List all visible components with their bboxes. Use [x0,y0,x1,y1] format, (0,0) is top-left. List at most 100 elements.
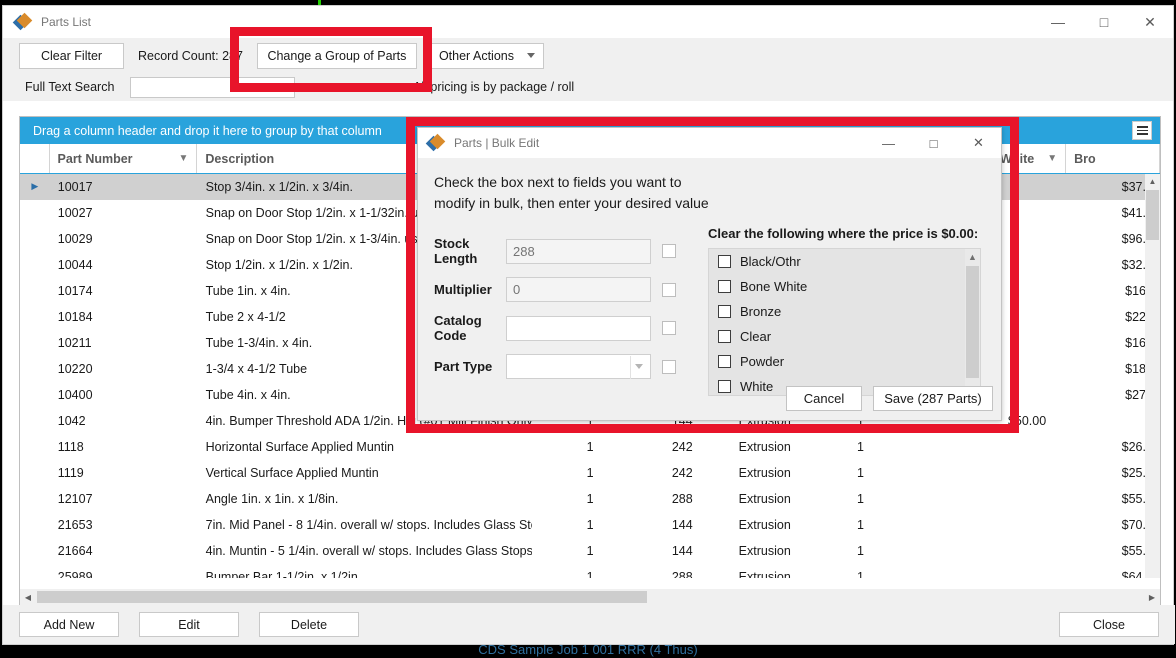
bronze-checkbox[interactable] [718,305,731,318]
horizontal-scroll-thumb[interactable] [37,591,647,603]
table-row[interactable]: 1118 Horizontal Surface Applied Muntin 1 24… [20,434,1160,460]
bulk-edit-field-row: Multiplier [434,277,708,302]
add-new-button[interactable]: Add New [19,612,119,637]
scroll-up-icon[interactable]: ▲ [1145,174,1160,189]
powder-checkbox[interactable] [718,355,731,368]
dialog-minimize-icon[interactable]: — [866,128,911,158]
clear-list-item[interactable]: Bone White [709,274,980,299]
scroll-right-icon[interactable]: ▶ [1144,593,1160,602]
clear-list-item-label: White [740,379,774,394]
change-a-group-of-parts-button[interactable]: Change a Group of Parts [256,42,417,69]
clear-list-item[interactable]: Clear [709,324,980,349]
scroll-left-icon[interactable]: ◀ [20,593,36,602]
cell-multiplier: 1 [857,517,864,532]
table-row[interactable]: 25989 Bumper Bar 1-1/2in. x 1/2in. 1 288 Ext… [20,564,1160,579]
black-othr-checkbox[interactable] [718,255,731,268]
vertical-scroll-thumb[interactable] [1146,190,1159,240]
clear-list-scrollbar[interactable]: ▲ ▼ [965,249,980,397]
grid-menu-icon[interactable] [1132,121,1152,140]
chevron-down-icon[interactable] [635,364,643,369]
filter-icon[interactable]: ▼ [1047,153,1057,164]
catalog-code-input[interactable] [506,315,651,341]
cell-quantity: 1 [586,439,594,454]
cell-quantity: 1 [586,517,594,532]
catalog-code-checkbox[interactable] [662,321,676,335]
combo-separator [630,356,631,379]
edit-button[interactable]: Edit [139,612,239,637]
cell-length: 288 [671,491,693,506]
table-row[interactable]: 21653 7in. Mid Panel - 8 1/4in. overall w… [20,512,1160,538]
grid-vertical-scrollbar[interactable]: ▲ [1145,174,1160,578]
background-status-bar: CDS Sample Job 1 001 RRR (4 Thus) [0,645,1176,658]
bone-white-checkbox[interactable] [718,280,731,293]
save-button[interactable]: Save (287 Parts) [873,386,993,411]
cell-length: 288 [671,569,693,579]
clear-list-box: Black/Othr Bone White Bronze Clear Powder Whi… [708,248,981,397]
cell-description: Bumper Bar 1-1/2in. x 1/2in. [205,569,362,579]
maximize-icon[interactable]: □ [1081,6,1127,38]
cell-description: 7in. Mid Panel - 8 1/4in. overall w/ sto… [205,517,533,532]
cell-part-number: 12107 [57,491,93,506]
cell-part-number: 10211 [57,335,92,350]
minimize-icon[interactable]: — [1035,6,1081,38]
cell-part-number: 10027 [57,205,93,220]
search-input[interactable] [130,76,296,98]
status-bar-text: CDS Sample Job 1 001 RRR (4 Thus) [478,645,698,657]
clear-filter-button[interactable]: Clear Filter [19,42,124,69]
window-controls: — □ ✕ [1035,6,1173,38]
dialog-instruction: Check the box next to fields you want to… [434,172,1001,214]
cell-description: 4in. Muntin - 5 1/4in. overall w/ stops.… [205,543,533,558]
other-actions-dropdown-button[interactable]: Other Actions [425,42,544,69]
cell-part-type: Extrusion [738,491,791,506]
cell-part-number: 25989 [57,569,93,579]
filter-icon[interactable]: ▼ [179,153,189,164]
cell-quantity: 1 [586,543,594,558]
field-label: Stock Length [434,236,478,266]
cell-part-number: 10220 [57,361,93,376]
cell-part-number: 10174 [57,283,93,298]
multiplier-input[interactable] [506,277,651,302]
list-scroll-thumb[interactable] [966,266,979,378]
delete-button[interactable]: Delete [259,612,359,637]
part-type-checkbox[interactable] [662,359,676,374]
table-row[interactable]: 1119 Vertical Surface Applied Muntin 1 242 E… [20,460,1160,486]
grid-horizontal-scrollbar[interactable]: ◀ ▶ [20,589,1160,605]
bulk-edit-field-row: Part Type [434,354,708,379]
clear-list-item[interactable]: Black/Othr [709,249,980,274]
clear-list-item-label: Clear [740,329,772,344]
clear-list-item[interactable]: Powder [709,349,980,374]
column-header-part-number[interactable]: Part Number ▼ [49,144,198,173]
cell-part-number: 10184 [57,309,93,324]
table-row[interactable]: 21664 4in. Muntin - 5 1/4in. overall w/ s… [20,538,1160,564]
cell-part-type: Extrusion [738,517,791,532]
table-row[interactable]: 12107 Angle 1in. x 1in. x 1/8in. 1 288 Extru… [20,486,1160,512]
cell-part-number: 10017 [57,179,93,194]
list-scroll-up-icon[interactable]: ▲ [965,249,980,265]
cancel-button[interactable]: Cancel [786,386,862,411]
cell-length: 144 [671,543,693,558]
clear-list-item[interactable]: Bronze [709,299,980,324]
dialog-maximize-icon[interactable]: □ [911,128,956,158]
window-title: Parts List [41,15,92,29]
dialog-close-icon[interactable]: ✕ [956,128,1001,158]
cell-part-type: Extrusion [738,465,791,480]
part-type-select[interactable] [506,354,651,379]
white-checkbox[interactable] [718,380,731,393]
close-button[interactable]: Close [1059,612,1159,637]
multiplier-checkbox[interactable] [662,282,676,297]
clear-checkbox[interactable] [718,330,731,343]
cell-quantity: 1 [586,491,594,506]
column-header-label: Bro [1074,151,1096,166]
stock-length-checkbox[interactable] [662,244,676,258]
clear-list-item-label: Powder [740,354,785,369]
stock-length-input[interactable] [506,238,651,264]
cell-length: 144 [671,517,693,532]
clear-prices-section: Clear the following where the price is $… [708,214,988,397]
column-header-bronze[interactable]: Bro [1066,144,1160,173]
close-icon[interactable]: ✕ [1127,6,1173,38]
footer-button-bar: Add New Edit Delete Close [3,605,1175,644]
cell-part-number: 1042 [57,413,86,428]
cell-multiplier: 1 [857,465,864,480]
cell-part-number: 1118 [57,439,84,454]
cell-quantity: 1 [586,569,594,579]
